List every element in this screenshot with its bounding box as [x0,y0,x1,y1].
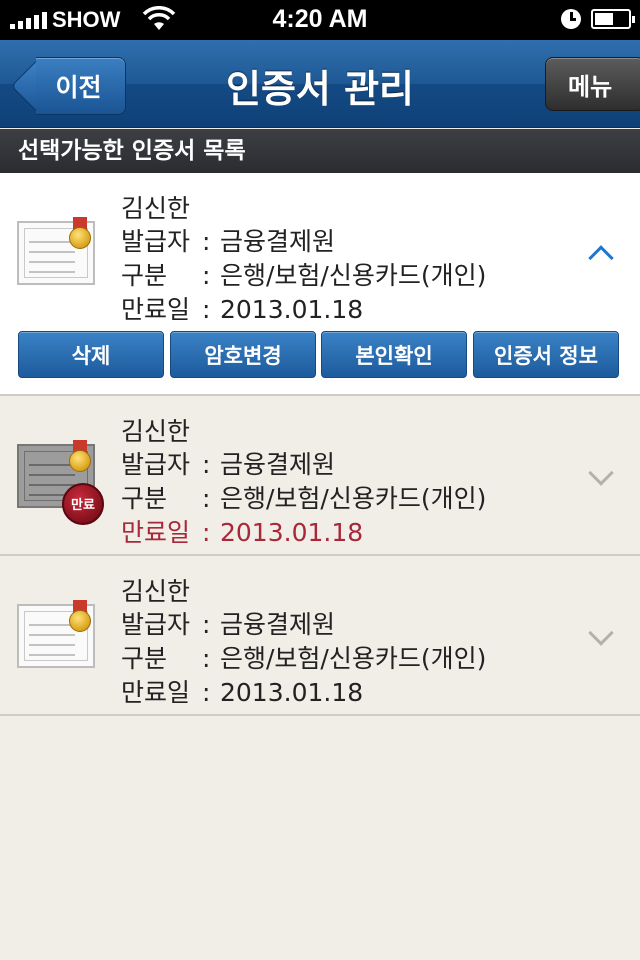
issuer-label: 발급자 [121,450,191,479]
type-label: 구분 [121,484,168,513]
certificate-info-button[interactable]: 인증서 정보 [473,331,619,378]
issuer-value: 금융결제원 [220,450,336,479]
expiry-row: 만료일:2013.01.18 [121,513,363,549]
type-row: 구분: 은행/보험/신용카드(개인) [121,256,486,292]
status-bar: SHOW 4:20 AM [0,0,640,40]
menu-button[interactable]: 메뉴 [545,57,640,111]
certificate-icon [17,217,95,285]
issuer-label: 발급자 [121,610,191,639]
expiry-value: 2013.01.18 [220,295,364,324]
certificate-owner-name: 김신한 [121,194,191,223]
type-label: 구분 [121,261,168,290]
alarm-clock-icon [561,9,581,29]
expiry-label: 만료일 [121,518,191,547]
type-value: 은행/보험/신용카드(개인) [220,644,487,673]
issuer-row: 발급자: 금융결제원 [121,445,335,481]
certificate-icon [17,600,95,668]
issuer-row: 발급자: 금융결제원 [121,222,335,258]
type-value: 은행/보험/신용카드(개인) [220,261,487,290]
expiry-value: 2013.01.18 [220,678,364,707]
type-value: 은행/보험/신용카드(개인) [220,484,487,513]
issuer-row: 발급자: 금융결제원 [121,605,335,641]
certificate-item[interactable]: 김신한 발급자: 금융결제원 구분: 은행/보험/신용카드(개인) 만료일:2013… [0,556,640,716]
chevron-down-icon[interactable] [588,620,614,646]
certificate-item[interactable]: 김신한 발급자: 금융결제원 구분: 은행/보험/신용카드(개인) 만료일:2013… [0,396,640,556]
delete-button[interactable]: 삭제 [18,331,164,378]
certificate-owner-name: 김신한 [121,417,191,446]
type-label: 구분 [121,644,168,673]
back-button-label: 이전 [36,57,126,115]
chevron-down-icon[interactable] [588,460,614,486]
expiry-row: 만료일:2013.01.18 [121,673,363,709]
change-password-button[interactable]: 암호변경 [170,331,316,378]
type-row: 구분: 은행/보험/신용카드(개인) [121,479,486,515]
chevron-up-icon[interactable] [588,245,614,271]
issuer-value: 금융결제원 [220,227,336,256]
verify-identity-button[interactable]: 본인확인 [321,331,467,378]
battery-icon [591,9,635,29]
expiry-row: 만료일:2013.01.18 [121,290,363,326]
issuer-label: 발급자 [121,227,191,256]
expired-badge: 만료 [62,483,104,525]
back-button[interactable]: 이전 [10,57,126,115]
status-time: 4:20 AM [272,5,368,33]
certificate-owner-name: 김신한 [121,577,191,606]
expiry-value: 2013.01.18 [220,518,364,547]
issuer-value: 금융결제원 [220,610,336,639]
expiry-label: 만료일 [121,295,191,324]
section-header: 선택가능한 인증서 목록 [0,129,640,173]
expiry-label: 만료일 [121,678,191,707]
type-row: 구분: 은행/보험/신용카드(개인) [121,639,486,675]
